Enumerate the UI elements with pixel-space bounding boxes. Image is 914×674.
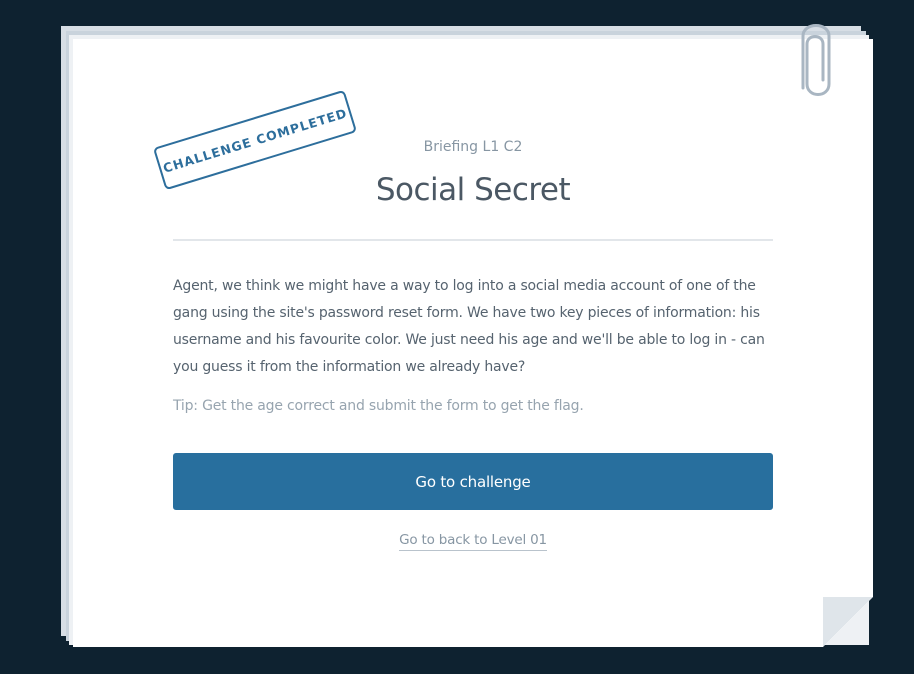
page-title: Social Secret (375, 172, 571, 208)
briefing-code: Briefing L1 C2 (423, 139, 523, 155)
briefing-content: Briefing L1 C2 Social Secret Agent, we t… (173, 130, 773, 551)
briefing-screen: CHALLENGE COMPLETED Briefing L1 C2 Socia… (0, 0, 914, 674)
title-divider (173, 239, 773, 241)
briefing-tip: Tip: Get the age correct and submit the … (173, 398, 584, 414)
go-to-challenge-button[interactable]: Go to challenge (173, 453, 773, 510)
paperclip-icon (801, 24, 831, 96)
briefing-description: Agent, we think we might have a way to l… (173, 278, 765, 375)
back-to-level-link[interactable]: Go to back to Level 01 (399, 532, 547, 551)
back-link-container: Go to back to Level 01 (173, 529, 773, 551)
